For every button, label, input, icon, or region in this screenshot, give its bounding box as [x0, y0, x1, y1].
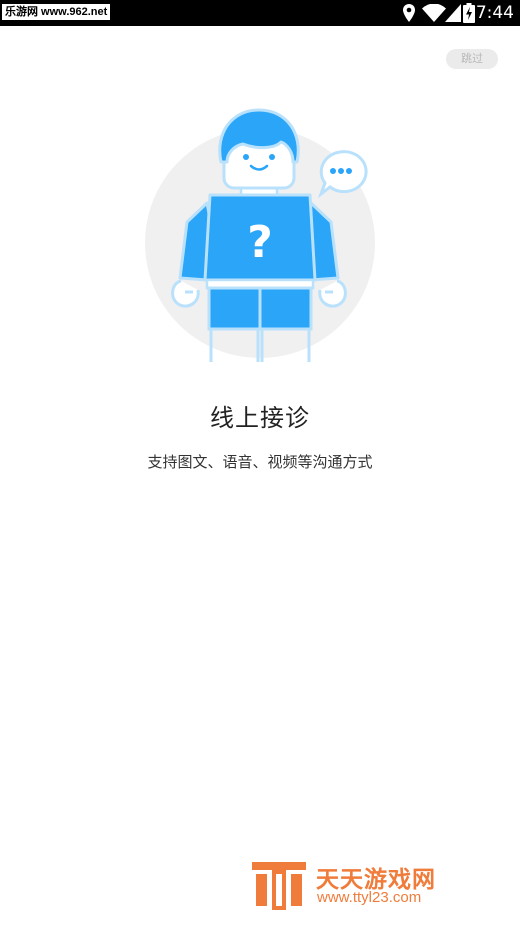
svg-text:?: ?	[247, 217, 273, 268]
signal-icon	[445, 4, 461, 22]
wifi-icon	[422, 4, 446, 22]
skip-button[interactable]: 跳过	[446, 49, 498, 69]
status-bar: 乐游网 www.962.net 7:44	[0, 0, 520, 26]
figure-question-mark-icon: ?	[145, 108, 375, 362]
carrier-watermark: 乐游网 www.962.net	[2, 4, 111, 20]
clock: 7:44	[475, 3, 514, 23]
location-icon	[403, 4, 415, 22]
page-subtitle: 支持图文、语音、视频等沟通方式	[147, 453, 373, 471]
site-watermark: 天天游戏网 www.ttyl23.com	[248, 856, 488, 912]
battery-charging-icon	[463, 3, 475, 23]
speech-bubble-icon	[317, 150, 368, 199]
page-title: 线上接诊	[210, 404, 310, 432]
site-logo-icon	[252, 862, 306, 910]
site-watermark-url: www.ttyl23.com	[317, 889, 422, 906]
